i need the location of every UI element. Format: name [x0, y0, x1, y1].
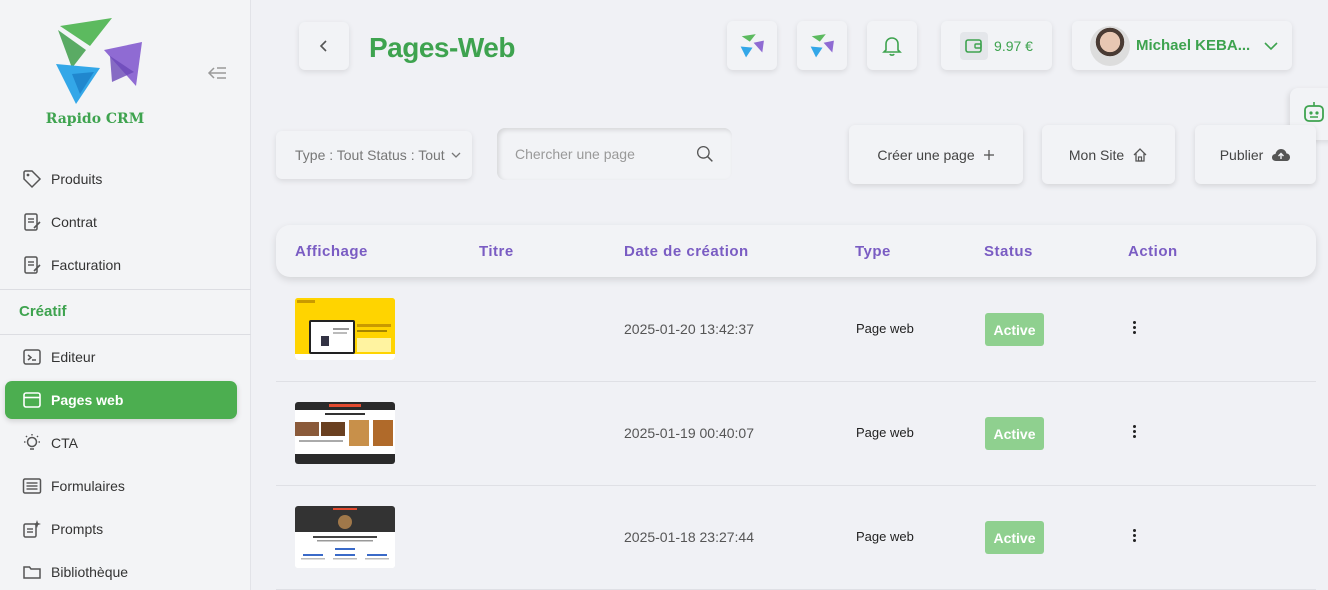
- back-button[interactable]: [299, 22, 349, 70]
- publish-button[interactable]: Publier: [1195, 125, 1316, 184]
- sidebar-item-label: Formulaires: [51, 478, 125, 494]
- sidebar-item-formulaires[interactable]: Formulaires: [5, 467, 237, 505]
- divider: [0, 289, 251, 290]
- lightbulb-icon: [21, 432, 43, 454]
- notifications-button[interactable]: [867, 21, 917, 70]
- search-input[interactable]: [515, 146, 696, 162]
- chevron-down-icon: [451, 152, 461, 158]
- wallet-amount: 9.97 €: [994, 37, 1033, 54]
- my-site-button[interactable]: Mon Site: [1042, 125, 1175, 184]
- column-header-date: Date de création: [624, 243, 749, 260]
- divider: [0, 334, 251, 335]
- sidebar-item-cta[interactable]: CTA: [5, 424, 237, 462]
- sidebar-item-label: Produits: [51, 171, 103, 187]
- search-icon[interactable]: [696, 143, 714, 165]
- cloud-upload-icon: [1271, 148, 1291, 162]
- section-title-creatif: Créatif: [19, 303, 67, 320]
- create-page-button[interactable]: Créer une page: [849, 125, 1023, 184]
- table-row: 2025-01-20 13:42:37 Page web Active: [276, 278, 1316, 382]
- sparkle-doc-icon: [21, 518, 43, 540]
- avatar: [1090, 25, 1130, 66]
- sidebar-item-prompts[interactable]: Prompts: [5, 510, 237, 548]
- user-name: Michael KEBA...: [1136, 37, 1251, 54]
- contract-icon: [21, 211, 43, 233]
- wallet-button[interactable]: 9.97 €: [941, 21, 1052, 70]
- my-site-label: Mon Site: [1068, 146, 1125, 163]
- table-row: 2025-01-19 00:40:07 Page web Active: [276, 382, 1316, 486]
- more-actions-icon[interactable]: [1128, 524, 1140, 546]
- sidebar-item-pages-web[interactable]: Pages web: [5, 381, 237, 419]
- folder-icon: [21, 561, 43, 583]
- sidebar-item-contrat[interactable]: Contrat: [5, 203, 237, 241]
- home-icon: [1132, 147, 1148, 163]
- sidebar: Rapido CRM Produits Contrat Facturation …: [0, 0, 251, 590]
- tag-icon: [21, 168, 43, 190]
- sidebar-item-bibliotheque[interactable]: Bibliothèque: [5, 553, 237, 590]
- column-header-titre: Titre: [479, 243, 514, 260]
- sidebar-item-label: CTA: [51, 435, 78, 451]
- sidebar-item-label: Facturation: [51, 257, 122, 273]
- page-type: Page web: [856, 529, 914, 544]
- more-actions-icon[interactable]: [1128, 420, 1140, 442]
- terminal-icon: [21, 346, 43, 368]
- sidebar-item-label: Contrat: [51, 214, 97, 230]
- sidebar-item-label: Editeur: [51, 349, 96, 365]
- app-switch-button-2[interactable]: [797, 21, 847, 70]
- creation-date: 2025-01-20 13:42:37: [624, 321, 754, 337]
- filter-label: Type : Tout Status : Tout: [295, 147, 445, 163]
- collapse-sidebar-icon[interactable]: [206, 64, 228, 82]
- rapido-logo-icon: [810, 33, 834, 57]
- chevron-down-icon: [1264, 41, 1278, 50]
- sidebar-item-label: Prompts: [51, 521, 104, 537]
- bell-icon: [882, 36, 902, 56]
- chevron-left-icon: [319, 40, 327, 52]
- page-thumbnail[interactable]: [295, 506, 395, 568]
- create-page-label: Créer une page: [877, 146, 975, 163]
- filter-dropdown[interactable]: Type : Tout Status : Tout: [276, 131, 472, 179]
- sidebar-item-produits[interactable]: Produits: [5, 160, 237, 198]
- rapido-logo-icon: [740, 33, 764, 57]
- sidebar-item-facturation[interactable]: Facturation: [5, 246, 237, 284]
- column-header-type: Type: [855, 243, 891, 260]
- sidebar-item-label: Bibliothèque: [51, 564, 129, 580]
- table-row: 2025-01-18 23:27:44 Page web Active: [276, 486, 1316, 590]
- page-type: Page web: [856, 321, 914, 336]
- page-thumbnail[interactable]: [295, 298, 395, 360]
- status-badge: Active: [985, 313, 1044, 346]
- page-thumbnail[interactable]: [295, 402, 395, 464]
- more-actions-icon[interactable]: [1128, 316, 1140, 338]
- browser-window-icon: [21, 389, 43, 411]
- creation-date: 2025-01-19 00:40:07: [624, 425, 754, 441]
- column-header-status: Status: [984, 243, 1033, 260]
- robot-icon: [1304, 102, 1324, 122]
- status-badge: Active: [985, 417, 1044, 450]
- wallet-icon: [960, 31, 989, 60]
- user-menu[interactable]: Michael KEBA...: [1072, 21, 1292, 70]
- status-badge: Active: [985, 521, 1044, 554]
- list-form-icon: [21, 475, 43, 497]
- rapido-crm-logo: [56, 18, 142, 104]
- invoice-icon: [21, 254, 43, 276]
- app-switch-button[interactable]: [727, 21, 777, 70]
- search-box: [497, 128, 732, 180]
- column-header-action: Action: [1128, 243, 1178, 260]
- sidebar-item-editeur[interactable]: Editeur: [5, 338, 237, 376]
- plus-icon: [983, 149, 995, 161]
- page-type: Page web: [856, 425, 914, 440]
- table-header: Affichage Titre Date de création Type St…: [276, 225, 1316, 277]
- column-header-affichage: Affichage: [295, 243, 368, 260]
- sidebar-item-label: Pages web: [51, 392, 124, 408]
- logo-text: Rapido CRM: [45, 111, 145, 127]
- creation-date: 2025-01-18 23:27:44: [624, 529, 754, 545]
- publish-label: Publier: [1219, 146, 1264, 163]
- page-title: Pages-Web: [369, 32, 515, 63]
